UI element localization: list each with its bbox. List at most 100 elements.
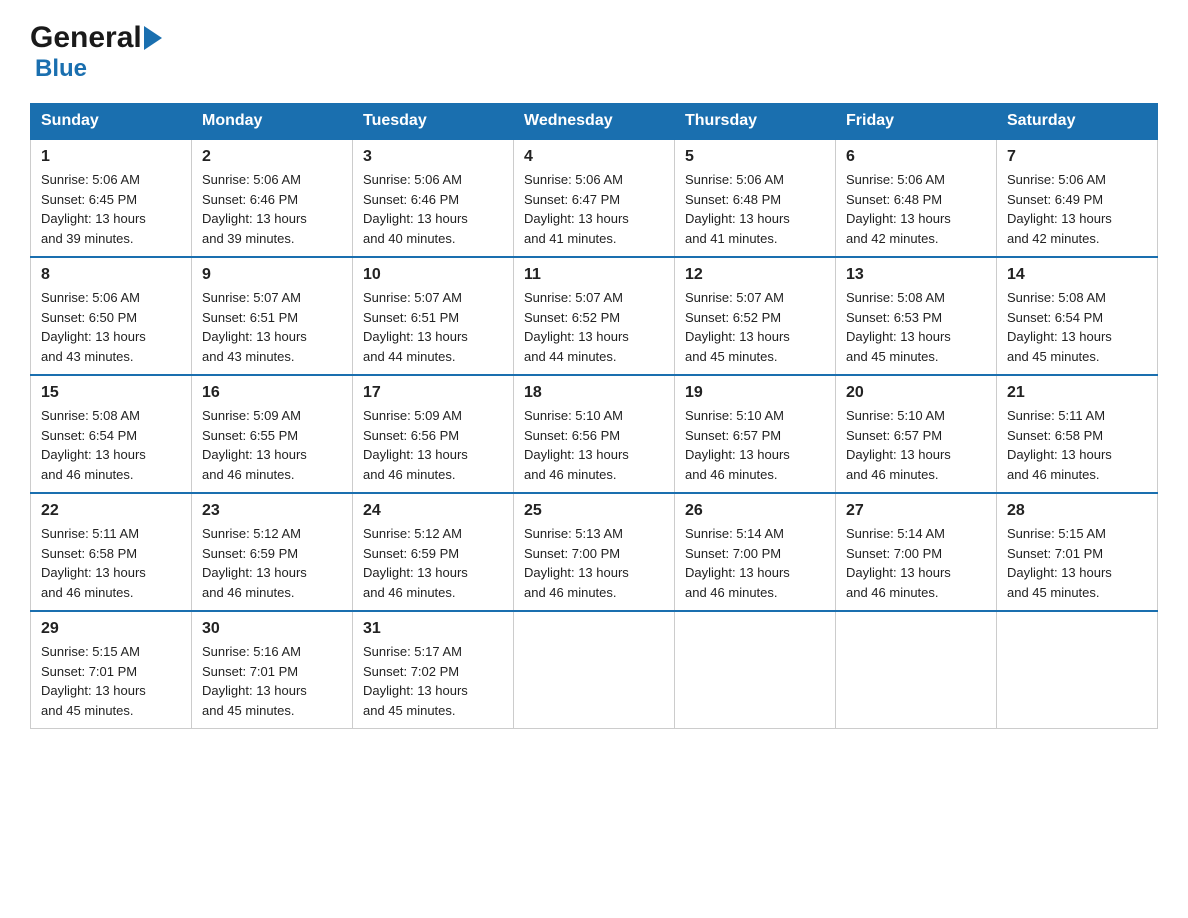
- calendar-cell: 18 Sunrise: 5:10 AMSunset: 6:56 PMDayligh…: [514, 375, 675, 493]
- calendar-cell: 9 Sunrise: 5:07 AMSunset: 6:51 PMDaylight…: [192, 257, 353, 375]
- day-number: 20: [846, 384, 986, 402]
- day-info: Sunrise: 5:09 AMSunset: 6:56 PMDaylight:…: [363, 406, 503, 484]
- day-info: Sunrise: 5:12 AMSunset: 6:59 PMDaylight:…: [202, 524, 342, 602]
- day-info: Sunrise: 5:06 AMSunset: 6:48 PMDaylight:…: [846, 170, 986, 248]
- calendar-cell: 11Sunrise: 5:07 AMSunset: 6:52 PMDayligh…: [514, 257, 675, 375]
- day-info: Sunrise: 5:17 AMSunset: 7:02 PMDaylight:…: [363, 642, 503, 720]
- calendar-header-friday: Friday: [836, 104, 997, 140]
- calendar-header-wednesday: Wednesday: [514, 104, 675, 140]
- day-number: 15: [41, 384, 181, 402]
- day-info: Sunrise: 5:09 AMSunset: 6:55 PMDaylight:…: [202, 406, 342, 484]
- day-info: Sunrise: 5:07 AMSunset: 6:51 PMDaylight:…: [202, 288, 342, 366]
- day-info: Sunrise: 5:06 AMSunset: 6:45 PMDaylight:…: [41, 170, 181, 248]
- calendar-cell: 29 Sunrise: 5:15 AMSunset: 7:01 PMDayligh…: [31, 611, 192, 729]
- day-number: 8: [41, 266, 181, 284]
- calendar-cell: 17Sunrise: 5:09 AMSunset: 6:56 PMDayligh…: [353, 375, 514, 493]
- calendar-cell: 26Sunrise: 5:14 AMSunset: 7:00 PMDayligh…: [675, 493, 836, 611]
- calendar-week-row: 22 Sunrise: 5:11 AMSunset: 6:58 PMDayligh…: [31, 493, 1158, 611]
- calendar-header-tuesday: Tuesday: [353, 104, 514, 140]
- day-number: 21: [1007, 384, 1147, 402]
- calendar-cell: 28Sunrise: 5:15 AMSunset: 7:01 PMDayligh…: [997, 493, 1158, 611]
- day-number: 16: [202, 384, 342, 402]
- page-header: General Blue: [30, 20, 1158, 83]
- calendar-cell: 13 Sunrise: 5:08 AMSunset: 6:53 PMDayligh…: [836, 257, 997, 375]
- calendar-header-sunday: Sunday: [31, 104, 192, 140]
- calendar-cell: [675, 611, 836, 729]
- day-info: Sunrise: 5:10 AMSunset: 6:56 PMDaylight:…: [524, 406, 664, 484]
- calendar-cell: 4Sunrise: 5:06 AMSunset: 6:47 PMDaylight…: [514, 139, 675, 257]
- day-info: Sunrise: 5:07 AMSunset: 6:52 PMDaylight:…: [685, 288, 825, 366]
- day-number: 6: [846, 148, 986, 166]
- day-info: Sunrise: 5:06 AMSunset: 6:49 PMDaylight:…: [1007, 170, 1147, 248]
- day-info: Sunrise: 5:15 AMSunset: 7:01 PMDaylight:…: [41, 642, 181, 720]
- day-number: 19: [685, 384, 825, 402]
- day-number: 18: [524, 384, 664, 402]
- day-number: 26: [685, 502, 825, 520]
- day-number: 3: [363, 148, 503, 166]
- calendar-week-row: 29 Sunrise: 5:15 AMSunset: 7:01 PMDayligh…: [31, 611, 1158, 729]
- calendar-cell: 3 Sunrise: 5:06 AMSunset: 6:46 PMDaylight…: [353, 139, 514, 257]
- calendar-cell: 19 Sunrise: 5:10 AMSunset: 6:57 PMDayligh…: [675, 375, 836, 493]
- calendar-cell: 8 Sunrise: 5:06 AMSunset: 6:50 PMDaylight…: [31, 257, 192, 375]
- logo-blue-text: Blue: [35, 55, 87, 83]
- day-info: Sunrise: 5:16 AMSunset: 7:01 PMDaylight:…: [202, 642, 342, 720]
- day-number: 31: [363, 620, 503, 638]
- day-info: Sunrise: 5:06 AMSunset: 6:50 PMDaylight:…: [41, 288, 181, 366]
- calendar-header-thursday: Thursday: [675, 104, 836, 140]
- day-number: 27: [846, 502, 986, 520]
- calendar-cell: 27 Sunrise: 5:14 AMSunset: 7:00 PMDayligh…: [836, 493, 997, 611]
- calendar-cell: [997, 611, 1158, 729]
- day-number: 7: [1007, 148, 1147, 166]
- calendar-cell: 14 Sunrise: 5:08 AMSunset: 6:54 PMDayligh…: [997, 257, 1158, 375]
- day-info: Sunrise: 5:08 AMSunset: 6:54 PMDaylight:…: [1007, 288, 1147, 366]
- day-number: 24: [363, 502, 503, 520]
- day-info: Sunrise: 5:06 AMSunset: 6:46 PMDaylight:…: [202, 170, 342, 248]
- calendar-cell: 30 Sunrise: 5:16 AMSunset: 7:01 PMDayligh…: [192, 611, 353, 729]
- logo-triangle-icon: [144, 26, 162, 50]
- day-info: Sunrise: 5:12 AMSunset: 6:59 PMDaylight:…: [363, 524, 503, 602]
- calendar-cell: 1 Sunrise: 5:06 AMSunset: 6:45 PMDaylight…: [31, 139, 192, 257]
- day-info: Sunrise: 5:11 AMSunset: 6:58 PMDaylight:…: [1007, 406, 1147, 484]
- logo: General Blue: [30, 20, 162, 83]
- day-info: Sunrise: 5:07 AMSunset: 6:51 PMDaylight:…: [363, 288, 503, 366]
- day-info: Sunrise: 5:11 AMSunset: 6:58 PMDaylight:…: [41, 524, 181, 602]
- calendar-cell: [836, 611, 997, 729]
- day-info: Sunrise: 5:06 AMSunset: 6:46 PMDaylight:…: [363, 170, 503, 248]
- day-info: Sunrise: 5:08 AMSunset: 6:53 PMDaylight:…: [846, 288, 986, 366]
- calendar-cell: 20 Sunrise: 5:10 AMSunset: 6:57 PMDayligh…: [836, 375, 997, 493]
- calendar-cell: 24 Sunrise: 5:12 AMSunset: 6:59 PMDayligh…: [353, 493, 514, 611]
- day-info: Sunrise: 5:15 AMSunset: 7:01 PMDaylight:…: [1007, 524, 1147, 602]
- day-info: Sunrise: 5:10 AMSunset: 6:57 PMDaylight:…: [846, 406, 986, 484]
- day-number: 29: [41, 620, 181, 638]
- day-number: 9: [202, 266, 342, 284]
- calendar-cell: 5Sunrise: 5:06 AMSunset: 6:48 PMDaylight…: [675, 139, 836, 257]
- day-number: 25: [524, 502, 664, 520]
- calendar-cell: 23Sunrise: 5:12 AMSunset: 6:59 PMDayligh…: [192, 493, 353, 611]
- calendar-week-row: 8 Sunrise: 5:06 AMSunset: 6:50 PMDaylight…: [31, 257, 1158, 375]
- day-info: Sunrise: 5:06 AMSunset: 6:48 PMDaylight:…: [685, 170, 825, 248]
- calendar-cell: 10 Sunrise: 5:07 AMSunset: 6:51 PMDayligh…: [353, 257, 514, 375]
- day-info: Sunrise: 5:14 AMSunset: 7:00 PMDaylight:…: [846, 524, 986, 602]
- day-number: 13: [846, 266, 986, 284]
- calendar-cell: [514, 611, 675, 729]
- day-info: Sunrise: 5:10 AMSunset: 6:57 PMDaylight:…: [685, 406, 825, 484]
- day-number: 4: [524, 148, 664, 166]
- day-number: 30: [202, 620, 342, 638]
- calendar-header-row: SundayMondayTuesdayWednesdayThursdayFrid…: [31, 104, 1158, 140]
- logo-blue-line: Blue: [32, 55, 87, 83]
- calendar-table: SundayMondayTuesdayWednesdayThursdayFrid…: [30, 103, 1158, 729]
- day-number: 22: [41, 502, 181, 520]
- calendar-cell: 31 Sunrise: 5:17 AMSunset: 7:02 PMDayligh…: [353, 611, 514, 729]
- day-number: 10: [363, 266, 503, 284]
- day-number: 14: [1007, 266, 1147, 284]
- calendar-header-monday: Monday: [192, 104, 353, 140]
- day-number: 12: [685, 266, 825, 284]
- logo-text: General: [30, 20, 162, 55]
- calendar-cell: 22 Sunrise: 5:11 AMSunset: 6:58 PMDayligh…: [31, 493, 192, 611]
- calendar-header-saturday: Saturday: [997, 104, 1158, 140]
- calendar-week-row: 15Sunrise: 5:08 AMSunset: 6:54 PMDayligh…: [31, 375, 1158, 493]
- calendar-cell: 16 Sunrise: 5:09 AMSunset: 6:55 PMDayligh…: [192, 375, 353, 493]
- day-number: 1: [41, 148, 181, 166]
- day-info: Sunrise: 5:13 AMSunset: 7:00 PMDaylight:…: [524, 524, 664, 602]
- calendar-cell: 6 Sunrise: 5:06 AMSunset: 6:48 PMDaylight…: [836, 139, 997, 257]
